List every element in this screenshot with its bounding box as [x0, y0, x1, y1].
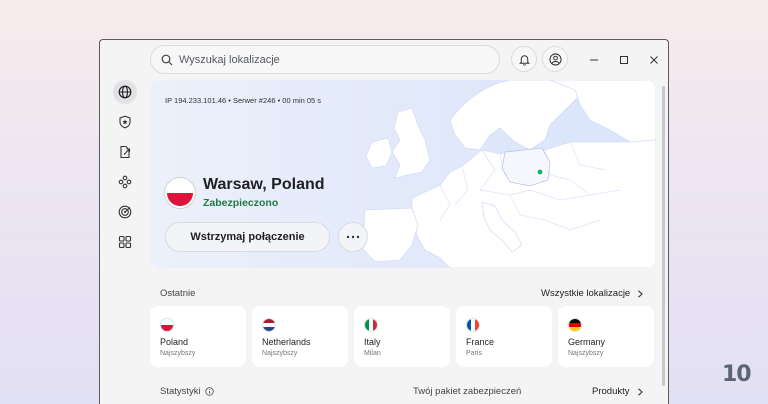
apps-grid-icon [118, 235, 132, 249]
search-bar[interactable] [150, 45, 500, 74]
france-flag-icon [466, 318, 480, 332]
search-input[interactable] [179, 53, 479, 66]
netherlands-flag-icon [262, 318, 276, 332]
app-window: IP 194.233.101.46 • Serwer #246 • 00 min… [99, 39, 669, 404]
recent-card-name: Germany [568, 337, 606, 347]
poland-flag-icon [160, 318, 174, 332]
recent-card-sub: Najszybszy [568, 350, 604, 357]
recent-card-name: Italy [364, 337, 381, 347]
minimize-button[interactable] [584, 50, 604, 70]
poland-flag-icon [165, 178, 195, 208]
products-label: Produkty [592, 386, 630, 397]
bell-icon [518, 54, 530, 66]
italy-flag-icon [364, 318, 378, 332]
recent-card-sub: Paris [466, 350, 482, 357]
brand-logo: 10 [722, 362, 752, 387]
recent-card-name: France [466, 337, 495, 347]
connection-details: IP 194.233.101.46 • Serwer #246 • 00 min… [165, 96, 322, 105]
connected-location: Warsaw, Poland [203, 176, 325, 193]
chevron-right-icon [638, 289, 644, 298]
close-icon [650, 56, 658, 64]
pause-connection-button[interactable]: Wstrzymaj połączenie [165, 222, 330, 252]
minimize-icon [590, 59, 598, 61]
statistics-title: Statystyki [160, 386, 214, 397]
sidebar-item-vpn[interactable] [113, 80, 137, 104]
search-icon [161, 54, 173, 65]
maximize-button[interactable] [614, 50, 634, 70]
globe-icon [118, 85, 132, 99]
maximize-icon [620, 56, 628, 64]
account-button[interactable] [542, 46, 568, 72]
recent-card-name: Netherlands [262, 337, 311, 347]
sidebar-item-apps[interactable] [113, 230, 137, 254]
recent-card-poland[interactable]: Poland Najszybszy [150, 306, 246, 367]
server-marker [537, 169, 543, 175]
recent-card-sub: Milan [364, 350, 381, 357]
connection-status: Zabezpieczono [203, 197, 279, 209]
products-link[interactable]: Produkty [592, 386, 644, 397]
chevron-right-icon [637, 387, 643, 396]
statistics-label: Statystyki [160, 386, 201, 397]
sidebar-item-dark-web[interactable] [113, 200, 137, 224]
all-locations-label: Wszystkie lokalizacje [541, 288, 631, 299]
sidebar-item-meshnet[interactable] [113, 170, 137, 194]
close-button[interactable] [644, 50, 664, 70]
recent-card-france[interactable]: France Paris [456, 306, 552, 367]
info-icon[interactable] [204, 387, 214, 396]
account-icon [548, 52, 562, 66]
recent-card-sub: Najszybszy [262, 350, 298, 357]
sidebar-item-protection[interactable] [113, 110, 137, 134]
top-bar [100, 40, 668, 80]
scrollbar[interactable] [662, 86, 665, 386]
recent-card-name: Poland [160, 337, 189, 347]
sidebar-item-split-tunnel[interactable] [113, 140, 137, 164]
recent-card-italy[interactable]: Italy Milan [354, 306, 450, 367]
recent-card-sub: Najszybszy [160, 350, 196, 357]
radar-icon [118, 205, 132, 219]
more-icon [346, 235, 360, 239]
germany-flag-icon [568, 318, 582, 332]
mesh-icon [118, 175, 132, 189]
notifications-button[interactable] [511, 46, 537, 72]
recent-card-netherlands[interactable]: Netherlands Najszybszy [252, 306, 348, 367]
connection-panel: IP 194.233.101.46 • Serwer #246 • 00 min… [150, 80, 656, 268]
security-package-title: Twój pakiet zabezpieczeń [413, 386, 522, 397]
sidebar [100, 80, 150, 404]
more-options-button[interactable] [338, 222, 368, 252]
all-locations-link[interactable]: Wszystkie lokalizacje [541, 288, 644, 299]
shield-icon [119, 115, 131, 129]
split-tunnel-icon [120, 145, 131, 159]
recent-title: Ostatnie [160, 288, 196, 299]
recent-card-germany[interactable]: Germany Najszybszy [558, 306, 654, 367]
